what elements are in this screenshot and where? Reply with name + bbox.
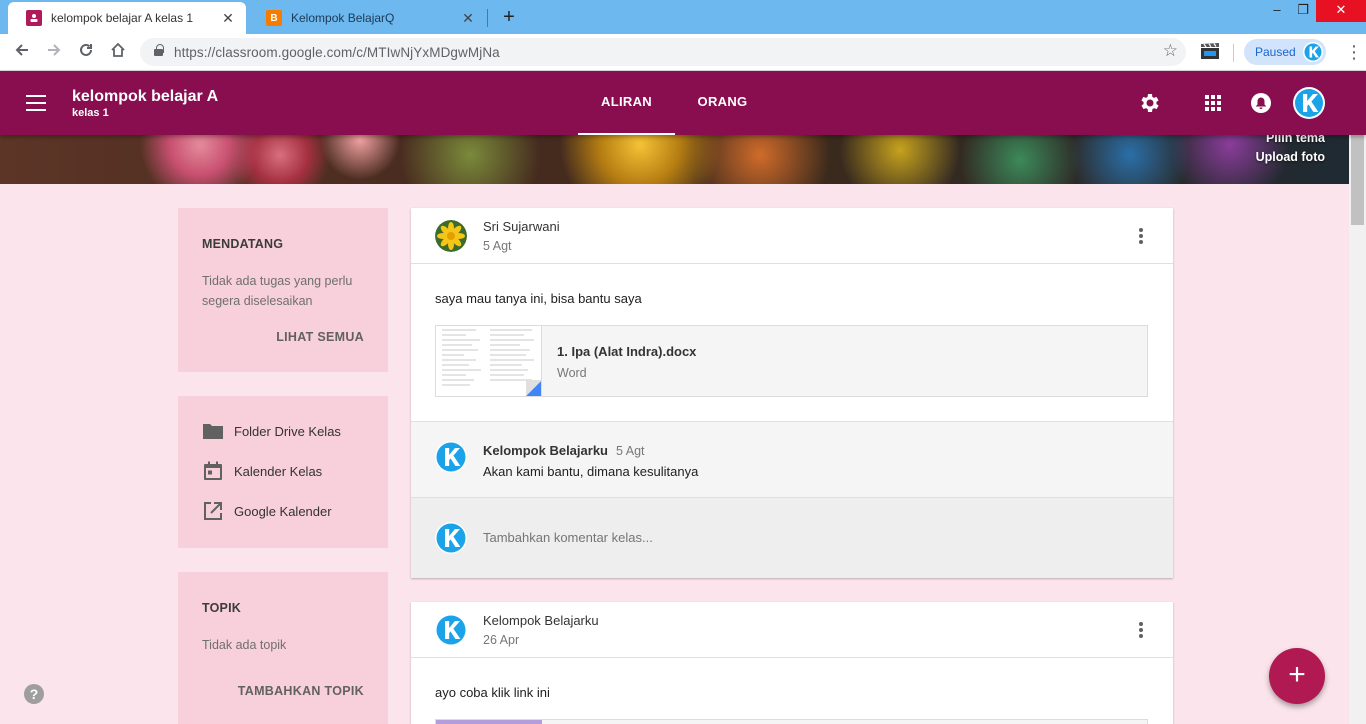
account-avatar[interactable] <box>1293 87 1325 119</box>
upcoming-card: MENDATANG Tidak ada tugas yang perlu seg… <box>178 208 388 372</box>
stream-post: Sri Sujarwani 5 Agt saya mau tanya ini, … <box>411 208 1173 578</box>
class-title[interactable]: kelompok belajar A <box>72 88 218 106</box>
post-header: Sri Sujarwani 5 Agt <box>411 208 1173 264</box>
browser-tabstrip: kelompok belajar A kelas 1 ✕ B Kelompok … <box>0 0 1366 34</box>
help-icon[interactable]: ? <box>24 684 44 704</box>
class-banner: Pilih tema Upload foto <box>0 135 1349 184</box>
upcoming-heading: MENDATANG <box>202 237 284 251</box>
comment-item: Kelompok Belajarku 5 Agt Akan kami bantu,… <box>411 421 1173 497</box>
more-options-icon[interactable] <box>1139 228 1143 244</box>
comment-date: 5 Agt <box>616 444 645 458</box>
toolbar-separator <box>1233 44 1234 62</box>
post-author[interactable]: Sri Sujarwani <box>483 219 560 234</box>
view-all-button[interactable]: LIHAT SEMUA <box>276 330 364 344</box>
comment-author[interactable]: Kelompok Belajarku <box>483 443 608 458</box>
class-section: kelas 1 <box>72 107 109 119</box>
more-options-icon[interactable] <box>1139 622 1143 638</box>
address-bar[interactable]: https://classroom.google.com/c/MTIwNjYxM… <box>140 38 1186 66</box>
google-calendar-link[interactable]: Google Kalender <box>202 499 332 523</box>
back-button[interactable] <box>10 40 34 64</box>
class-drive-folder-link[interactable]: Folder Drive Kelas <box>202 419 341 443</box>
notifications-icon[interactable] <box>1249 91 1273 115</box>
post-text: saya mau tanya ini, bisa bantu saya <box>435 291 642 306</box>
select-theme-link[interactable]: Pilih tema <box>1266 135 1325 145</box>
close-window-button[interactable]: ✕ <box>1316 0 1366 22</box>
lock-icon <box>154 44 164 56</box>
browser-toolbar: https://classroom.google.com/c/MTIwNjYxM… <box>0 34 1366 71</box>
tab-title: Kelompok BelajarQ <box>291 11 395 25</box>
upcoming-text: Tidak ada tugas yang perlu segera disele… <box>202 274 353 308</box>
google-calendar-label: Google Kalender <box>234 503 332 519</box>
home-icon <box>111 42 125 57</box>
reload-button[interactable] <box>74 40 98 64</box>
forward-button[interactable] <box>42 40 66 64</box>
open-in-new-icon <box>202 500 224 522</box>
calendar-icon <box>202 460 224 482</box>
home-button[interactable] <box>106 40 130 64</box>
post-author[interactable]: Kelompok Belajarku <box>483 613 599 628</box>
upload-photo-link[interactable]: Upload foto <box>1256 150 1325 164</box>
blogger-icon: B <box>266 10 282 26</box>
avatar <box>435 522 467 554</box>
apps-grid-icon[interactable] <box>1201 91 1225 115</box>
avatar <box>435 441 467 473</box>
bookmark-star-icon[interactable]: ☆ <box>1163 41 1178 61</box>
link-attachment-card[interactable] <box>435 719 1148 724</box>
tab-aliran[interactable]: ALIRAN <box>578 71 675 135</box>
post-date: 26 Apr <box>483 633 520 647</box>
post-text: ayo coba klik link ini <box>435 685 550 700</box>
add-comment-area[interactable]: Tambahkan komentar kelas... <box>411 497 1173 578</box>
browser-tab-blogger[interactable]: B Kelompok BelajarQ ✕ <box>248 2 486 34</box>
close-tab-icon[interactable]: ✕ <box>220 10 236 27</box>
clapperboard-extension-icon[interactable] <box>1200 42 1220 60</box>
new-tab-button[interactable]: + <box>497 5 521 29</box>
post-header: Kelompok Belajarku 26 Apr <box>411 602 1173 658</box>
avatar <box>435 220 467 252</box>
attachment-type: Word <box>557 366 587 380</box>
forward-arrow-icon <box>48 44 61 56</box>
topics-text: Tidak ada topik <box>202 638 287 652</box>
add-topic-button[interactable]: TAMBAHKAN TOPIK <box>238 684 364 698</box>
menu-icon[interactable] <box>26 95 46 111</box>
class-drive-folder-label: Folder Drive Kelas <box>234 423 341 439</box>
tab-separator <box>487 9 488 27</box>
avatar <box>435 614 467 646</box>
comment-meta: Kelompok Belajarku 5 Agt <box>483 442 645 460</box>
folder-icon <box>202 420 224 442</box>
profile-status: Paused <box>1255 45 1296 59</box>
create-post-button[interactable]: + <box>1269 648 1325 704</box>
tab-title: kelompok belajar A kelas 1 <box>51 11 194 25</box>
profile-avatar <box>1303 42 1323 62</box>
topics-heading: TOPIK <box>202 601 241 615</box>
comment-input[interactable]: Tambahkan komentar kelas... <box>483 530 653 545</box>
scrollbar-thumb[interactable] <box>1351 121 1364 225</box>
classroom-icon <box>26 10 42 26</box>
profile-paused-button[interactable]: Paused <box>1244 39 1326 65</box>
post-date: 5 Agt <box>483 239 512 253</box>
classroom-header: kelompok belajar A kelas 1 ALIRAN ORANG <box>0 71 1366 135</box>
class-calendar-label: Kalender Kelas <box>234 463 323 479</box>
link-thumbnail <box>436 720 542 724</box>
attachment-card[interactable]: 1. Ipa (Alat Indra).docx Word <box>435 325 1148 397</box>
class-calendar-link[interactable]: Kalender Kelas <box>202 459 322 483</box>
reload-icon <box>80 43 92 56</box>
browser-tab-classroom[interactable]: kelompok belajar A kelas 1 ✕ <box>8 2 246 34</box>
close-tab-icon[interactable]: ✕ <box>460 10 476 27</box>
url-text[interactable]: https://classroom.google.com/c/MTIwNjYxM… <box>174 45 500 60</box>
comment-text: Akan kami bantu, dimana kesulitanya <box>483 464 699 479</box>
browser-menu-icon[interactable]: ⋮ <box>1345 40 1363 64</box>
stream-post: Kelompok Belajarku 26 Apr ayo coba klik … <box>411 602 1173 724</box>
document-thumbnail <box>436 326 542 396</box>
page-scrollbar[interactable] <box>1349 71 1366 724</box>
tab-orang[interactable]: ORANG <box>675 71 770 135</box>
class-links-card: Folder Drive Kelas Kalender Kelas Google… <box>178 396 388 548</box>
back-arrow-icon <box>15 44 28 56</box>
gear-icon[interactable] <box>1137 91 1161 115</box>
attachment-name[interactable]: 1. Ipa (Alat Indra).docx <box>557 344 696 359</box>
topics-card: TOPIK Tidak ada topik TAMBAHKAN TOPIK <box>178 572 388 724</box>
